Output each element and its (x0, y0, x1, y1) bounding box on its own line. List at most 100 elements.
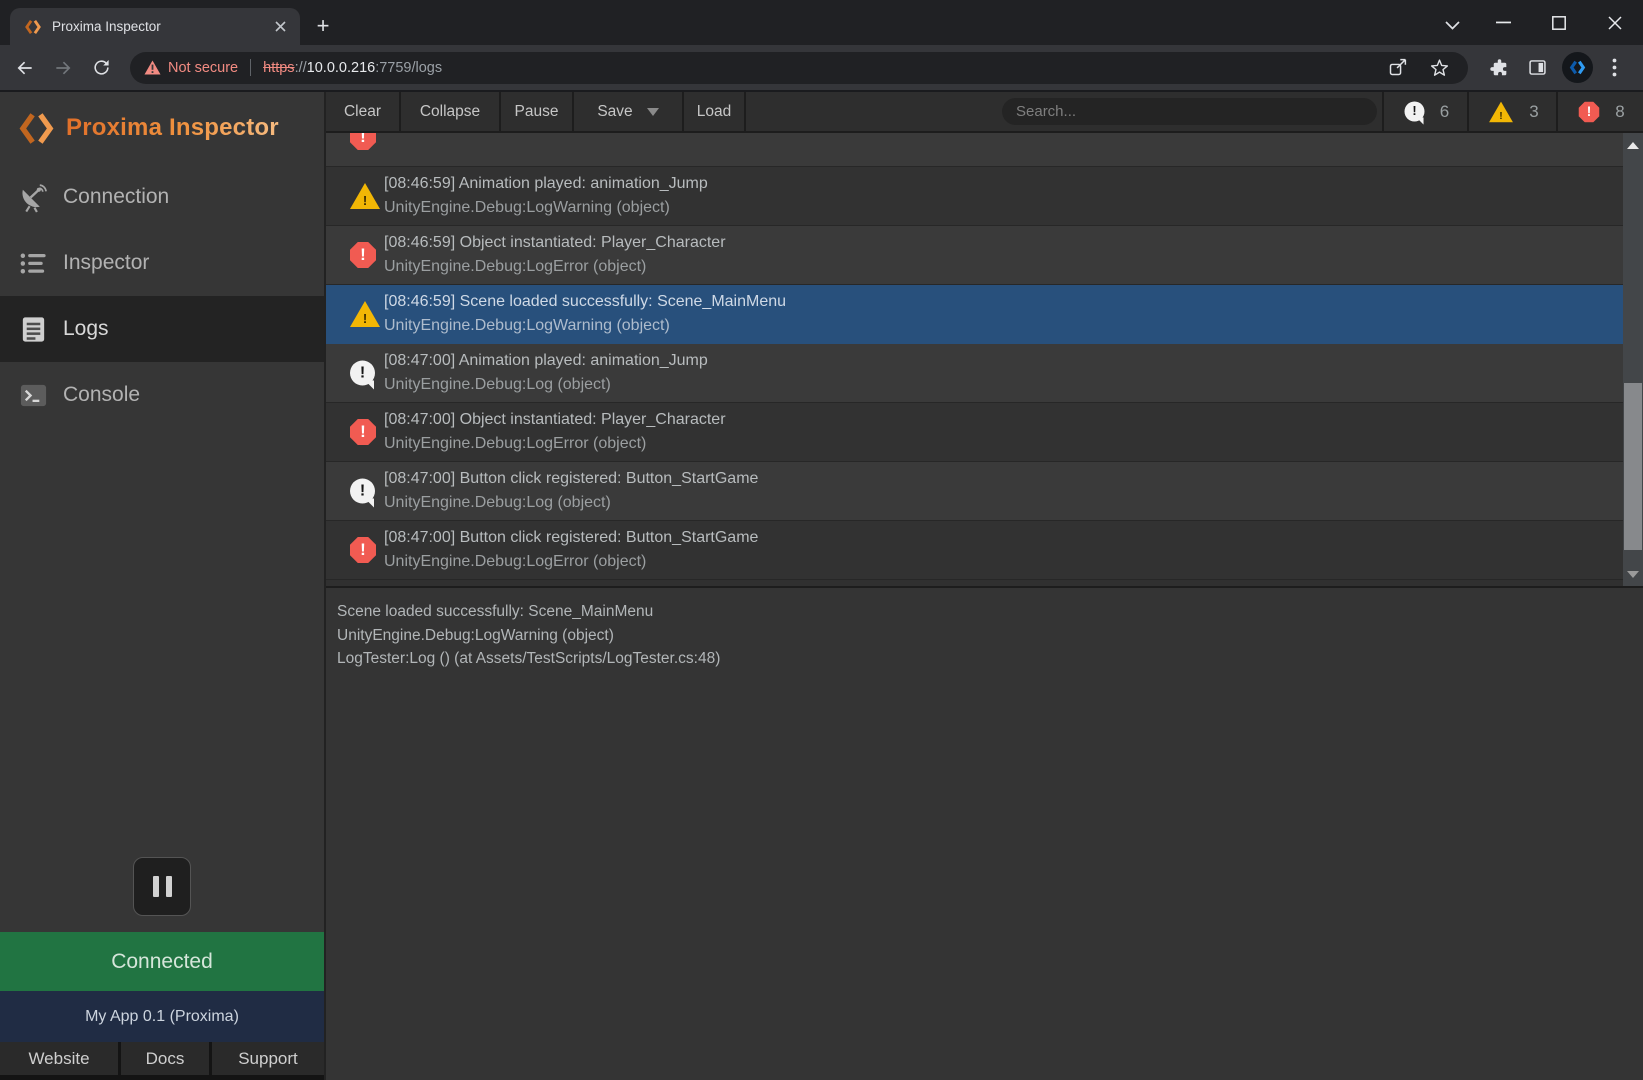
sidebar-item-label: Inspector (63, 251, 149, 275)
sidebar-footer: Website Docs Support (0, 1042, 324, 1080)
error-icon (1579, 101, 1600, 122)
not-secure-label: Not secure (168, 60, 238, 76)
pause-icon (153, 876, 172, 897)
log-row[interactable]: [08:47:00] Object instantiated: Player_C… (326, 403, 1623, 462)
clear-button[interactable]: Clear (326, 92, 401, 131)
url-host: 10.0.0.216 (307, 60, 376, 76)
connection-status-label: Connected (111, 950, 213, 974)
url-bar[interactable]: Not secure https://10.0.0.216:7759/logs (130, 52, 1468, 84)
url-scheme: https (263, 60, 294, 76)
sidebar-spacer (0, 428, 324, 857)
browser-window: Proxima Inspector + (0, 0, 1643, 1080)
app-info-label: My App 0.1 (Proxima) (85, 1008, 239, 1026)
log-rows: UnityEngine.Debug:LogError (object) [08:… (326, 133, 1623, 580)
share-icon[interactable] (1382, 53, 1412, 83)
bookmark-star-icon[interactable] (1424, 53, 1454, 83)
error-filter-badge[interactable]: 8 (1556, 92, 1643, 131)
log-row[interactable]: [08:47:00] Animation played: animation_J… (326, 344, 1623, 403)
info-icon (1404, 102, 1424, 122)
footer-link-website[interactable]: Website (0, 1042, 118, 1075)
app-info-banner: My App 0.1 (Proxima) (0, 991, 324, 1042)
url-divider (250, 59, 251, 76)
collapse-button[interactable]: Collapse (401, 92, 501, 131)
log-message: [08:47:00] Animation played: animation_J… (384, 349, 1623, 373)
log-trace: UnityEngine.Debug:LogWarning (object) (384, 314, 1623, 337)
log-trace: UnityEngine.Debug:LogWarning (object) (384, 196, 1623, 219)
side-panel-icon[interactable] (1520, 51, 1554, 85)
page-content: Proxima Inspector Connection (0, 92, 1643, 1080)
browser-tab[interactable]: Proxima Inspector (10, 8, 300, 45)
log-detail-pane: Scene loaded successfully: Scene_MainMen… (326, 588, 1643, 1080)
sidebar-item-logs[interactable]: Logs (0, 296, 324, 362)
log-trace: UnityEngine.Debug:Log (object) (384, 373, 1623, 396)
sidebar: Proxima Inspector Connection (0, 92, 324, 1080)
sidebar-item-label: Logs (63, 317, 109, 341)
log-trace: UnityEngine.Debug:LogError (object) (384, 133, 1623, 136)
toolbar-spacer (746, 92, 1002, 131)
log-row[interactable]: [08:46:59] Animation played: animation_J… (326, 167, 1623, 226)
satellite-dish-icon (18, 182, 49, 213)
save-button[interactable]: Save (574, 92, 684, 131)
log-trace: UnityEngine.Debug:LogError (object) (384, 255, 1623, 278)
maximize-icon[interactable] (1531, 0, 1587, 45)
log-row[interactable]: [08:46:59] Object instantiated: Player_C… (326, 226, 1623, 285)
log-level-icon (350, 301, 380, 327)
close-icon[interactable] (1587, 0, 1643, 45)
log-level-icon (350, 419, 376, 445)
proxima-logo-icon (18, 110, 55, 147)
log-row[interactable]: [08:47:00] Button click registered: Butt… (326, 462, 1623, 521)
extensions-puzzle-icon[interactable] (1482, 51, 1516, 85)
terminal-icon (18, 380, 49, 411)
tab-search-chevron-icon[interactable] (1429, 5, 1475, 45)
favicon-proxima-icon (24, 18, 42, 36)
log-row[interactable]: [08:46:59] Scene loaded successfully: Sc… (326, 285, 1623, 344)
sidebar-item-console[interactable]: Console (0, 362, 324, 428)
url-separator: :// (295, 60, 307, 76)
log-message: [08:47:00] Button click registered: Butt… (384, 467, 1623, 491)
sidebar-item-connection[interactable]: Connection (0, 164, 324, 230)
reload-icon[interactable] (84, 51, 118, 85)
tab-close-icon[interactable] (270, 17, 290, 37)
log-trace: UnityEngine.Debug:Log (object) (384, 491, 1623, 514)
document-icon (18, 314, 49, 345)
warning-count: 3 (1529, 102, 1538, 122)
scroll-up-icon[interactable] (1623, 137, 1643, 153)
scroll-down-icon[interactable] (1623, 566, 1643, 582)
log-row[interactable]: [08:47:00] Button click registered: Butt… (326, 521, 1623, 580)
warning-filter-badge[interactable]: 3 (1467, 92, 1556, 131)
log-level-icon (350, 537, 376, 563)
footer-link-docs[interactable]: Docs (121, 1042, 209, 1075)
tab-title: Proxima Inspector (52, 19, 270, 34)
detail-line: LogTester:Log () (at Assets/TestScripts/… (337, 647, 1629, 671)
logs-toolbar: Clear Collapse Pause Save Load 6 3 (326, 92, 1643, 133)
chevron-down-icon[interactable] (647, 108, 659, 116)
pause-stream-button[interactable] (133, 857, 191, 916)
log-message: [08:46:59] Object instantiated: Player_C… (384, 231, 1623, 255)
log-row[interactable]: UnityEngine.Debug:LogError (object) (326, 133, 1623, 167)
new-tab-button[interactable]: + (308, 11, 338, 41)
app-logo: Proxima Inspector (0, 92, 324, 164)
menu-dots-icon[interactable] (1597, 51, 1631, 85)
log-message: [08:46:59] Scene loaded successfully: Sc… (384, 290, 1623, 314)
save-button-label: Save (597, 103, 632, 121)
scrollbar[interactable] (1623, 133, 1643, 586)
sidebar-item-inspector[interactable]: Inspector (0, 230, 324, 296)
pause-button[interactable]: Pause (501, 92, 574, 131)
footer-link-support[interactable]: Support (212, 1042, 324, 1075)
detail-line: UnityEngine.Debug:LogWarning (object) (337, 624, 1629, 648)
search-input[interactable] (1002, 98, 1377, 125)
sidebar-item-label: Console (63, 383, 140, 407)
back-icon[interactable] (8, 51, 42, 85)
app-title: Proxima Inspector (66, 114, 279, 142)
info-filter-badge[interactable]: 6 (1382, 92, 1467, 131)
profile-avatar[interactable] (1562, 52, 1593, 83)
load-button[interactable]: Load (684, 92, 746, 131)
log-message: [08:47:00] Button click registered: Butt… (384, 526, 1623, 550)
address-bar: Not secure https://10.0.0.216:7759/logs (0, 45, 1643, 92)
minimize-icon[interactable] (1475, 0, 1531, 45)
forward-icon[interactable] (46, 51, 80, 85)
scrollbar-thumb[interactable] (1624, 383, 1642, 550)
info-count: 6 (1440, 102, 1449, 122)
tab-strip: Proxima Inspector + (0, 0, 1643, 45)
log-level-icon (350, 133, 376, 150)
